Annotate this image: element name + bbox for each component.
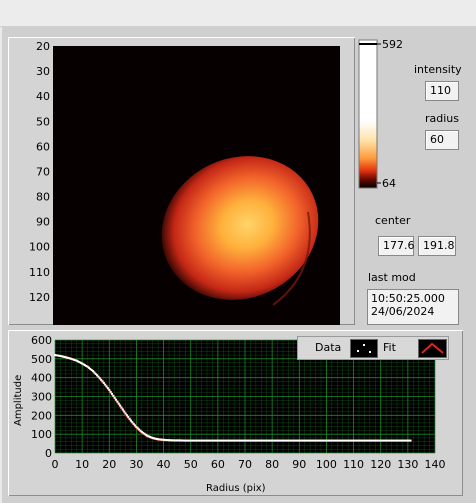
data-point xyxy=(117,402,120,405)
data-point xyxy=(104,383,107,386)
x-tick-label: 30 xyxy=(129,458,143,471)
data-point xyxy=(128,417,131,420)
top-bar xyxy=(0,0,476,27)
x-tick-label: 60 xyxy=(211,458,225,471)
x-tick-label: 110 xyxy=(343,458,364,471)
image-y-tick-label: 110 xyxy=(29,266,50,279)
y-tick-label: 300 xyxy=(31,391,52,404)
center-x-field[interactable]: 177.6 xyxy=(378,236,415,256)
data-point xyxy=(111,392,113,395)
image-y-tick-label: 70 xyxy=(36,165,50,178)
colorbar-max-label: 592 xyxy=(382,38,403,51)
legend-fit-swatch[interactable] xyxy=(418,339,447,358)
y-tick-label: 100 xyxy=(31,428,52,441)
x-tick-label: 40 xyxy=(157,458,171,471)
data-point xyxy=(124,412,127,415)
y-tick-label: 400 xyxy=(31,372,52,385)
image-y-tick-label: 30 xyxy=(36,65,50,78)
image-y-tick-label: 90 xyxy=(36,216,50,229)
x-tick-label: 90 xyxy=(292,458,306,471)
data-point xyxy=(121,408,124,411)
chart-legend: Data Fit xyxy=(297,336,449,360)
image-y-tick-label: 80 xyxy=(36,191,50,204)
radius-field[interactable]: 60 xyxy=(425,130,459,150)
center-label: center xyxy=(375,214,411,227)
image-y-tick-label: 40 xyxy=(36,90,50,103)
radius-label: radius xyxy=(425,112,460,125)
colorbar-gradient xyxy=(358,39,378,189)
data-point xyxy=(116,400,119,403)
image-display[interactable]: 520406080100120140 203040506070809010011… xyxy=(8,37,355,325)
data-point xyxy=(125,414,128,417)
legend-data-swatch[interactable] xyxy=(350,339,378,358)
data-point xyxy=(127,416,130,419)
x-tick-label: 140 xyxy=(425,458,446,471)
x-tick-label: 20 xyxy=(102,458,116,471)
colorbar-min-label: 64 xyxy=(382,177,396,190)
image-y-tick-label: 100 xyxy=(29,241,50,254)
data-point xyxy=(123,410,126,413)
colorbar[interactable]: 592 64 xyxy=(357,37,409,192)
last-mod-label: last mod xyxy=(368,271,416,284)
x-axis-label: Radius (pix) xyxy=(206,483,266,494)
legend-data-label: Data xyxy=(315,341,342,354)
x-tick-label: 120 xyxy=(370,458,391,471)
x-tick-label: 70 xyxy=(238,458,252,471)
data-point xyxy=(115,398,118,401)
center-y-field[interactable]: 191.8 xyxy=(418,236,456,256)
data-point xyxy=(120,406,123,409)
last-mod-date: 24/06/2024 xyxy=(371,305,435,318)
data-point xyxy=(102,381,105,384)
y-tick-label: 200 xyxy=(31,409,52,422)
last-mod-time: 10:50:25.000 xyxy=(371,292,445,305)
x-tick-label: 10 xyxy=(75,458,89,471)
y-axis-label: Amplitude xyxy=(13,375,24,426)
image-y-tick-label: 20 xyxy=(36,40,50,53)
y-tick-label: 0 xyxy=(45,447,52,460)
x-tick-label: 80 xyxy=(265,458,279,471)
data-point xyxy=(113,396,116,399)
intensity-label: intensity xyxy=(414,63,462,76)
x-tick-label: 130 xyxy=(397,458,418,471)
data-point xyxy=(119,404,122,407)
image-y-axis: 2030405060708090100110120134 xyxy=(29,40,50,304)
x-tick-label: 0 xyxy=(52,458,59,471)
data-point xyxy=(106,387,109,390)
data-point xyxy=(109,390,112,393)
image-y-tick-label: 120 xyxy=(29,291,50,304)
image-y-tick-label: 50 xyxy=(36,115,50,128)
last-mod-field[interactable]: 10:50:25.000 24/06/2024 xyxy=(367,289,459,325)
data-point xyxy=(105,385,108,388)
image-y-tick-label: 60 xyxy=(36,140,50,153)
data-point xyxy=(112,394,115,397)
intensity-field[interactable]: 110 xyxy=(425,81,459,101)
y-tick-label: 500 xyxy=(31,353,52,366)
x-tick-label: 100 xyxy=(316,458,337,471)
x-tick-label: 50 xyxy=(184,458,198,471)
legend-fit-label: Fit xyxy=(383,341,396,354)
data-point xyxy=(409,439,412,442)
data-point xyxy=(108,388,111,391)
y-tick-label: 600 xyxy=(31,334,52,347)
